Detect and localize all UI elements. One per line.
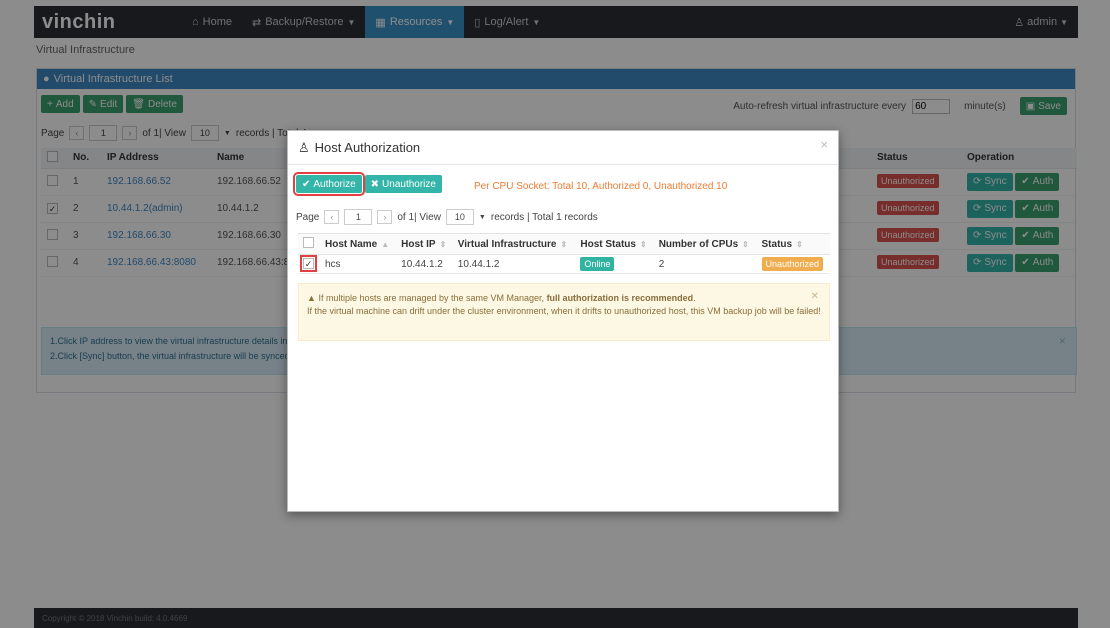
row-checkbox[interactable]: ✓ — [300, 255, 317, 272]
sort-icon: ⇕ — [560, 239, 568, 249]
next-page-button[interactable]: › — [377, 210, 393, 224]
warning-icon: ▲ — [307, 293, 316, 303]
sort-icon: ⇕ — [742, 239, 749, 249]
table-row: ✓ hcs 10.44.1.2 10.44.1.2 Online 2 Unaut… — [298, 254, 830, 274]
page-input[interactable]: 1 — [344, 209, 373, 225]
authorize-button[interactable]: ✔ Authorize — [293, 172, 365, 196]
close-icon[interactable]: ✕ — [811, 290, 819, 303]
dialog-header: ♙ Host Authorization — [288, 131, 838, 165]
sort-asc-icon: ▲ — [381, 239, 390, 249]
column-virtual-infrastructure[interactable]: Virtual Infrastructure ⇕ — [452, 233, 576, 255]
warning-alert: ▲ If multiple hosts are managed by the s… — [298, 283, 830, 341]
cross-icon: ✖ — [370, 178, 380, 190]
column-host-name[interactable]: Host Name ▲ — [320, 233, 397, 255]
sort-icon: ⇕ — [439, 239, 447, 249]
host-status-badge: Online — [580, 256, 615, 271]
status-badge: Unauthorized — [761, 256, 824, 271]
license-note: Per CPU Socket: Total 10, Authorized 0, … — [474, 181, 728, 192]
column-status[interactable]: Status ⇕ — [756, 233, 830, 255]
sort-icon: ⇕ — [639, 239, 647, 249]
view-select[interactable]: 10 — [445, 209, 474, 225]
select-all-checkbox[interactable] — [303, 237, 314, 248]
unauthorize-button[interactable]: ✖ Unauthorize — [364, 175, 442, 193]
close-icon[interactable]: × — [820, 137, 828, 152]
chevron-down-icon: ▼ — [478, 213, 486, 221]
check-icon: ✔ — [302, 178, 311, 190]
prev-page-button[interactable]: ‹ — [324, 210, 340, 224]
column-cpus[interactable]: Number of CPUs ⇕ — [653, 233, 757, 255]
user-group-icon: ♙ — [298, 139, 310, 155]
host-authorization-dialog: ♙ Host Authorization × ✔ Authorize ✖ Unaut… — [287, 130, 839, 512]
dialog-pager: Page ‹ 1 › of 1| View 10 ▼ records | Tot… — [296, 209, 598, 225]
host-table: Host Name ▲ Host IP ⇕ Virtual Infrastructu… — [298, 233, 830, 274]
column-host-ip[interactable]: Host IP ⇕ — [396, 233, 453, 255]
dialog-toolbar: ✔ Authorize ✖ Unauthorize — [293, 172, 442, 196]
dialog-title: Host Authorization — [314, 140, 421, 155]
column-host-status[interactable]: Host Status ⇕ — [575, 233, 654, 255]
sort-icon: ⇕ — [796, 239, 803, 249]
